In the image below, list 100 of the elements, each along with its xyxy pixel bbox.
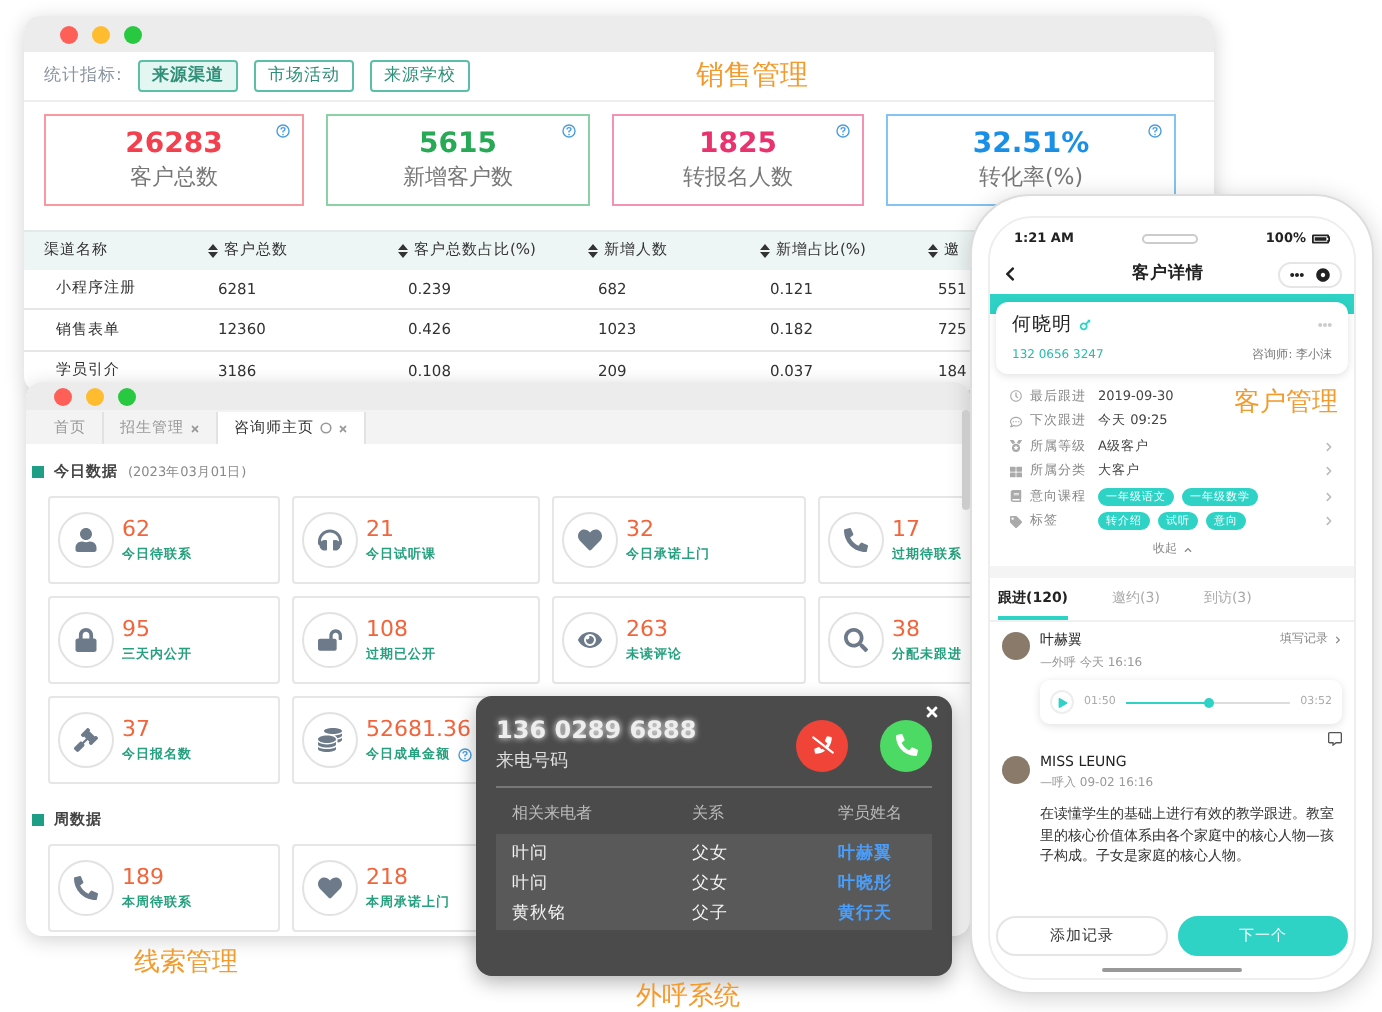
refresh-icon[interactable] <box>320 422 332 434</box>
chevron-icon <box>1334 635 1342 643</box>
filter-label: 统计指标: <box>44 64 122 89</box>
column-header: 相关来电者 <box>512 802 594 826</box>
lock-icon <box>58 612 114 668</box>
scrollbar[interactable] <box>962 410 970 510</box>
sort-icon[interactable] <box>588 243 598 258</box>
stat-value: 38 <box>892 616 922 642</box>
stat-value: 108 <box>366 616 410 642</box>
comment-icon[interactable] <box>1328 732 1342 746</box>
grid-icon <box>1010 465 1022 478</box>
avatar <box>1002 756 1030 784</box>
customer-name: 何晓明 <box>1012 312 1072 338</box>
minimize-button[interactable] <box>86 387 104 405</box>
help-icon[interactable] <box>1148 124 1162 139</box>
search-icon <box>828 612 884 668</box>
stat-label: 转报名人数 <box>683 162 793 193</box>
filter-button[interactable]: 来源学校 <box>369 60 470 93</box>
stat-value: 32.51% <box>972 128 1090 161</box>
filter-button[interactable]: 市场活动 <box>253 60 354 93</box>
student-link[interactable]: 叶赫翼 <box>838 840 916 870</box>
phone-icon <box>58 860 114 916</box>
stat-value: 17 <box>892 516 922 542</box>
chevron-icon[interactable] <box>1324 491 1334 502</box>
more-icon <box>1290 267 1304 281</box>
stat-value: 95 <box>122 616 152 642</box>
close-button[interactable] <box>54 387 72 405</box>
table-cell-text: 父女 <box>692 842 730 868</box>
stat-value: 26283 <box>125 128 223 161</box>
maximize-button[interactable] <box>124 25 142 43</box>
help-icon[interactable] <box>836 124 850 139</box>
sort-icon[interactable] <box>928 243 938 258</box>
section-marker <box>32 466 44 478</box>
audio-thumb[interactable] <box>1203 697 1213 707</box>
stat-value: 189 <box>122 864 166 890</box>
section-title: 销售管理 <box>695 58 808 95</box>
avatar <box>1002 632 1030 660</box>
hang-up-button[interactable] <box>796 719 848 771</box>
play-button[interactable] <box>1050 690 1074 714</box>
medal-icon <box>1010 440 1022 453</box>
unlocked-lock-icon <box>302 612 358 668</box>
minimize-button[interactable] <box>92 25 110 43</box>
help-icon[interactable] <box>276 124 290 139</box>
more-icon[interactable] <box>1318 318 1332 332</box>
phone-icon <box>895 734 917 756</box>
gavel-icon <box>58 712 114 768</box>
maximize-button[interactable] <box>118 387 136 405</box>
stat-value: 32 <box>626 516 656 542</box>
stat-value: 21 <box>366 516 396 542</box>
sort-icon[interactable] <box>760 243 770 258</box>
stat-label: 客户总数 <box>130 162 218 193</box>
section-marker <box>32 814 44 826</box>
stat-value: 1825 <box>699 128 777 161</box>
play-icon <box>1057 697 1067 707</box>
stat-label: 新增客户数 <box>403 162 513 193</box>
student-link[interactable]: 叶晓彤 <box>838 870 916 900</box>
caption: 客户管理 <box>1234 386 1338 420</box>
user-icon <box>58 512 114 568</box>
eye-icon <box>562 612 618 668</box>
stat-value: 37 <box>122 716 152 742</box>
book-icon <box>1010 490 1022 503</box>
answer-button[interactable] <box>880 719 932 771</box>
help-icon[interactable] <box>458 748 472 762</box>
back-icon[interactable] <box>1002 266 1018 282</box>
filter-button[interactable]: 来源渠道 <box>137 60 238 93</box>
table-cell-text: 父子 <box>692 902 730 928</box>
clock-icon <box>1010 390 1022 403</box>
coins-icon <box>302 712 358 768</box>
caption: 外呼系统 <box>636 980 740 1012</box>
close-button[interactable] <box>60 25 78 43</box>
phone-icon <box>828 512 884 568</box>
stat-value: 263 <box>626 616 670 642</box>
column-header: 关系 <box>692 802 726 826</box>
chevron-icon[interactable] <box>1324 466 1334 477</box>
stat-label: 转化率(%) <box>978 162 1084 193</box>
stat-value: 218 <box>366 864 410 890</box>
tag-icon <box>1010 515 1022 528</box>
column-header: 学员姓名 <box>838 802 904 826</box>
battery-icon <box>1312 229 1330 247</box>
target-icon <box>1316 267 1330 281</box>
menu-capsule[interactable] <box>1278 261 1342 287</box>
table-cell-text: 父女 <box>692 872 730 898</box>
stat-value: 5615 <box>419 128 497 161</box>
chevron-icon[interactable] <box>1324 516 1334 527</box>
stat-value: 52681.36 <box>366 716 472 742</box>
page-title: 客户详情 <box>1130 262 1206 286</box>
comment-icon <box>1010 415 1022 428</box>
close-icon[interactable] <box>924 704 940 720</box>
student-link[interactable]: 黄行天 <box>838 900 916 930</box>
headphones-icon <box>302 512 358 568</box>
sort-icon[interactable] <box>208 243 218 258</box>
phone-speaker <box>1141 233 1198 243</box>
hang-up-icon <box>811 734 833 756</box>
sort-icon[interactable] <box>398 243 408 258</box>
chevron-up-icon <box>1183 545 1191 553</box>
home-indicator <box>1102 968 1242 972</box>
stat-value: 62 <box>122 516 152 542</box>
chevron-icon[interactable] <box>1324 441 1334 452</box>
help-icon[interactable] <box>562 124 576 139</box>
male-icon <box>1078 318 1092 332</box>
